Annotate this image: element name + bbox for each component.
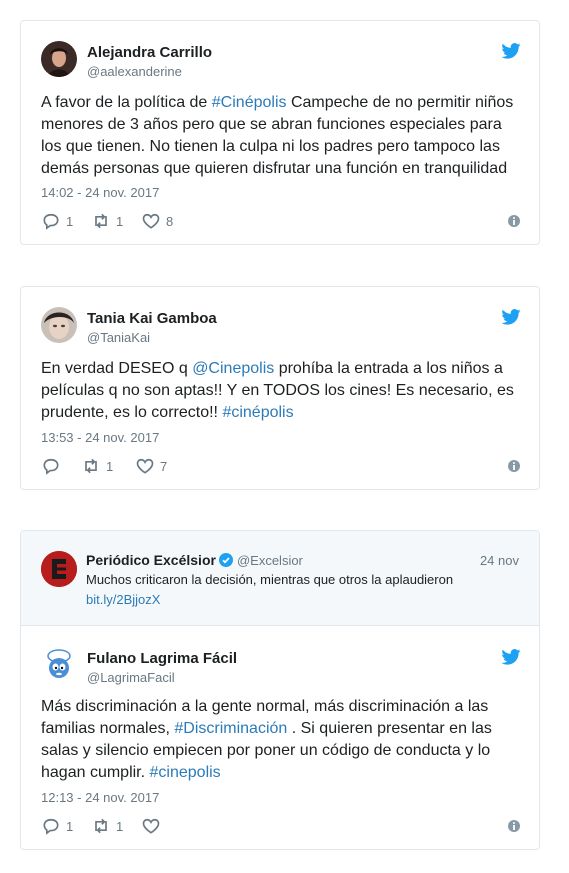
tweet-card: Tania Kai Gamboa @TaniaKai En verdad DES… xyxy=(20,286,540,490)
like-count: 8 xyxy=(166,213,174,229)
avatar[interactable] xyxy=(41,307,77,343)
reply-button[interactable]: 1 xyxy=(41,211,73,231)
info-icon[interactable] xyxy=(507,459,521,473)
heart-icon xyxy=(136,458,154,474)
retweet-count: 1 xyxy=(116,818,124,834)
author-handle[interactable]: @TaniaKai xyxy=(87,330,150,345)
tweet-actions: 1 1 xyxy=(41,816,521,836)
quoted-author-name[interactable]: Periódico Excélsior @Excelsior xyxy=(86,552,303,568)
heart-icon xyxy=(142,213,160,229)
heart-icon xyxy=(142,818,160,834)
reply-count: 1 xyxy=(66,213,74,229)
avatar[interactable] xyxy=(41,41,77,77)
quoted-tweet[interactable]: Periódico Excélsior @Excelsior 24 nov Muc… xyxy=(21,531,539,626)
retweet-button[interactable]: 1 xyxy=(91,816,123,836)
hashtag-link[interactable]: #Cinépolis xyxy=(212,94,287,111)
retweet-icon xyxy=(95,213,107,229)
reply-icon xyxy=(43,818,59,835)
tweet-text-segment: En verdad DESEO q xyxy=(41,360,193,377)
reply-icon xyxy=(43,213,59,230)
like-button[interactable]: 8 xyxy=(141,211,173,231)
twitter-bird-icon[interactable] xyxy=(501,43,521,59)
tweet-text: A favor de la política de #Cinépolis Cam… xyxy=(41,92,519,180)
author-handle[interactable]: @aalexanderine xyxy=(87,64,182,79)
author-handle[interactable]: @LagrimaFacil xyxy=(87,670,175,685)
twitter-bird-icon[interactable] xyxy=(501,649,521,665)
hashtag-link[interactable]: #cinepolis xyxy=(150,764,221,781)
tweet-timestamp[interactable]: 13:53 - 24 nov. 2017 xyxy=(41,430,159,445)
tweet-timestamp[interactable]: 14:02 - 24 nov. 2017 xyxy=(41,185,159,200)
tweet-header: Fulano Lagrima Fácil @LagrimaFacil xyxy=(41,647,521,687)
quoted-author-handle: @Excelsior xyxy=(236,553,303,568)
like-button[interactable]: 7 xyxy=(135,456,167,476)
retweet-button[interactable]: 1 xyxy=(91,211,123,231)
tweet-text-segment: A favor de la política de xyxy=(41,94,212,111)
like-count: 7 xyxy=(160,458,168,474)
verified-badge-icon xyxy=(218,553,233,567)
reply-button[interactable]: 1 xyxy=(41,816,73,836)
quoted-avatar[interactable] xyxy=(41,551,77,587)
tweet-text: En verdad DESEO q @Cinepolis prohíba la … xyxy=(41,358,519,424)
retweet-icon xyxy=(85,458,97,474)
tweet-actions: 1 7 xyxy=(41,456,521,476)
hashtag-link[interactable]: #cinépolis xyxy=(222,404,293,421)
tweet-timestamp[interactable]: 12:13 - 24 nov. 2017 xyxy=(41,790,159,805)
mention-link[interactable]: @Cinepolis xyxy=(192,360,274,377)
retweet-count: 1 xyxy=(116,213,124,229)
info-icon[interactable] xyxy=(507,214,521,228)
retweet-icon xyxy=(95,818,107,834)
quoted-link[interactable]: bit.ly/2BjjozX xyxy=(86,592,160,607)
info-icon[interactable] xyxy=(507,819,521,833)
tweet-text: Más discriminación a la gente normal, má… xyxy=(41,696,519,784)
quoted-text: Muchos criticaron la decisión, mientras … xyxy=(86,572,454,587)
like-button[interactable] xyxy=(141,816,166,836)
author-name[interactable]: Tania Kai Gamboa xyxy=(87,310,217,327)
tweet-card: Alejandra Carrillo @aalexanderine A favo… xyxy=(20,20,540,245)
author-name[interactable]: Alejandra Carrillo xyxy=(87,44,212,61)
hashtag-link[interactable]: #Discriminación xyxy=(174,720,287,737)
quoted-name-text: Periódico Excélsior xyxy=(86,552,216,568)
reply-button[interactable] xyxy=(41,456,66,476)
tweet-card: Periódico Excélsior @Excelsior 24 nov Muc… xyxy=(20,530,540,850)
author-name[interactable]: Fulano Lagrima Fácil xyxy=(87,650,237,667)
quoted-date[interactable]: 24 nov xyxy=(480,553,519,568)
tweet-actions: 1 1 8 xyxy=(41,211,521,231)
tweet-header: Alejandra Carrillo @aalexanderine xyxy=(41,41,521,81)
reply-count: 1 xyxy=(66,818,74,834)
retweet-button[interactable]: 1 xyxy=(81,456,113,476)
reply-icon xyxy=(43,458,59,475)
avatar[interactable] xyxy=(41,647,77,683)
retweet-count: 1 xyxy=(106,458,114,474)
twitter-bird-icon[interactable] xyxy=(501,309,521,325)
tweet-header: Tania Kai Gamboa @TaniaKai xyxy=(41,307,521,347)
